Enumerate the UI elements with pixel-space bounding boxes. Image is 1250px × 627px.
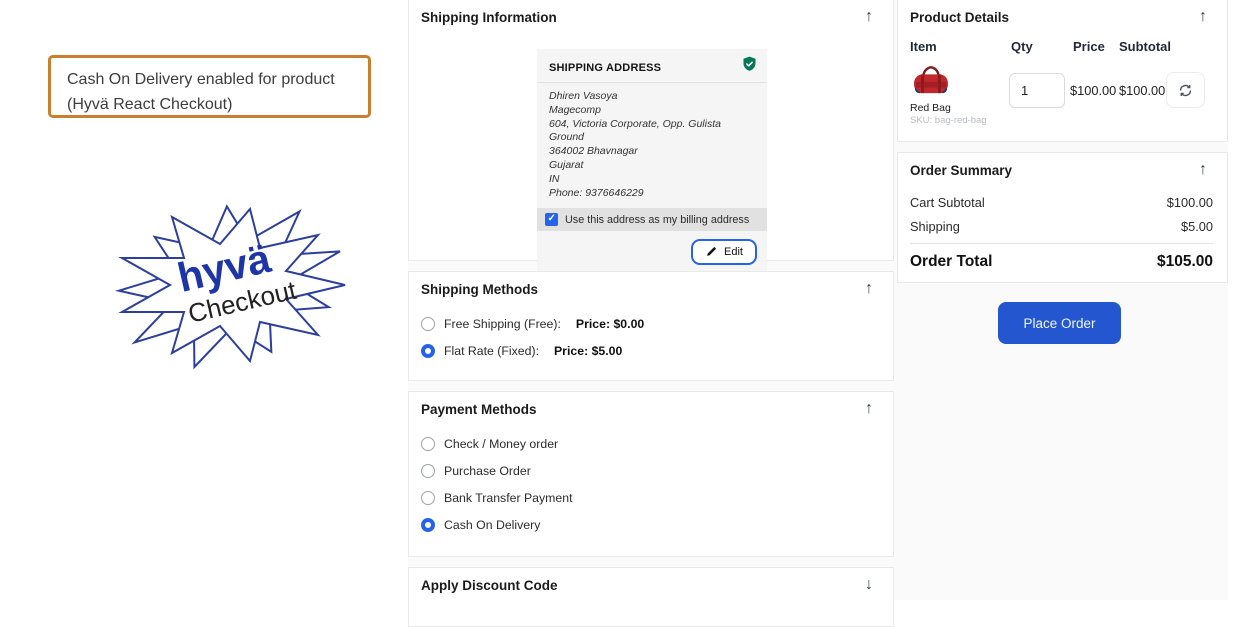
radio-selected-icon[interactable] <box>421 518 435 532</box>
shipping-address-title: SHIPPING ADDRESS <box>549 62 661 74</box>
column-item: Item <box>910 39 937 54</box>
payment-methods-section: Payment Methods ↑ Check / Money order Pu… <box>408 391 894 557</box>
collapse-arrow-icon[interactable]: ↑ <box>865 401 873 417</box>
shipping-option-label: Flat Rate (Fixed): <box>444 344 539 358</box>
payment-option-label: Check / Money order <box>444 437 558 451</box>
shipping-option-flat-rate[interactable]: Flat Rate (Fixed): Price: $5.00 <box>421 337 881 364</box>
collapse-arrow-icon[interactable]: ↑ <box>1199 162 1207 178</box>
column-subtotal: Subtotal <box>1119 39 1171 54</box>
collapse-arrow-icon[interactable]: ↑ <box>865 281 873 297</box>
order-summary-section: Order Summary ↑ Cart Subtotal $100.00 Sh… <box>897 152 1228 283</box>
shipping-option-free[interactable]: Free Shipping (Free): Price: $0.00 <box>421 310 881 337</box>
product-table-row: Red Bag SKU: bag-red-bag $100.00 $100.00 <box>898 62 1227 132</box>
product-name: Red Bag <box>910 102 1005 114</box>
summary-value: $100.00 <box>1167 195 1213 210</box>
refresh-icon <box>1178 83 1193 98</box>
address-line: Phone: 9376646229 <box>549 187 755 201</box>
product-image-red-bag <box>910 64 952 96</box>
payment-option-label: Purchase Order <box>444 464 531 478</box>
radio-icon[interactable] <box>421 317 435 331</box>
shipping-information-title: Shipping Information <box>421 10 557 25</box>
annotation-note: Cash On Delivery enabled for product (Hy… <box>48 55 371 118</box>
collapse-arrow-icon[interactable]: ↑ <box>865 9 873 25</box>
billing-checkbox[interactable] <box>545 213 558 226</box>
starburst-icon: hyvä Checkout <box>110 196 350 376</box>
order-total-row: Order Total $105.00 <box>910 243 1213 271</box>
pencil-icon <box>705 246 717 258</box>
product-details-section: Product Details ↑ Item Qty Price Subtota… <box>897 0 1228 142</box>
address-line: Magecomp <box>549 104 755 118</box>
address-line: 604, Victoria Corporate, Opp. Gulista Gr… <box>549 118 755 146</box>
collapse-arrow-icon[interactable]: ↑ <box>1199 9 1207 25</box>
payment-option-cash-on-delivery[interactable]: Cash On Delivery <box>421 511 881 538</box>
radio-selected-icon[interactable] <box>421 344 435 358</box>
address-line: 364002 Bhavnagar <box>549 145 755 159</box>
summary-label: Shipping <box>910 219 960 234</box>
discount-code-title: Apply Discount Code <box>421 578 558 593</box>
shipping-option-price: Price: $5.00 <box>554 344 622 358</box>
shipping-option-price: Price: $0.00 <box>576 317 644 331</box>
billing-checkbox-label: Use this address as my billing address <box>565 214 749 226</box>
edit-address-button[interactable]: Edit <box>691 239 757 265</box>
discount-code-section: Apply Discount Code ↓ <box>408 567 894 627</box>
annotation-line2: (Hyvä React Checkout) <box>67 92 352 117</box>
product-details-title: Product Details <box>910 10 1009 25</box>
place-order-button[interactable]: Place Order <box>998 302 1121 344</box>
summary-label: Cart Subtotal <box>910 195 985 210</box>
address-line: Dhiren Vasoya <box>549 90 755 104</box>
order-total-value: $105.00 <box>1157 253 1213 271</box>
verified-shield-icon <box>741 55 758 78</box>
shipping-methods-section: Shipping Methods ↑ Free Shipping (Free):… <box>408 271 894 381</box>
payment-methods-title: Payment Methods <box>421 402 537 417</box>
summary-row-cart-subtotal: Cart Subtotal $100.00 <box>910 190 1213 214</box>
billing-address-checkbox-row[interactable]: Use this address as my billing address <box>537 208 767 231</box>
shipping-information-section: Shipping Information ↑ SHIPPING ADDRESS … <box>408 0 894 261</box>
payment-option-bank-transfer[interactable]: Bank Transfer Payment <box>421 484 881 511</box>
order-summary-title: Order Summary <box>910 163 1012 178</box>
order-total-label: Order Total <box>910 253 992 271</box>
shipping-address-lines: Dhiren Vasoya Magecomp 604, Victoria Cor… <box>537 83 767 208</box>
checkout-app: Shipping Information ↑ SHIPPING ADDRESS … <box>408 0 1228 600</box>
product-price: $100.00 <box>1070 83 1116 98</box>
qty-input[interactable] <box>1009 73 1065 108</box>
payment-option-label: Cash On Delivery <box>444 518 540 532</box>
address-line: Gujarat <box>549 159 755 173</box>
update-qty-button[interactable] <box>1166 72 1205 108</box>
payment-option-label: Bank Transfer Payment <box>444 491 573 505</box>
product-subtotal: $100.00 <box>1119 83 1165 98</box>
radio-icon[interactable] <box>421 464 435 478</box>
radio-icon[interactable] <box>421 491 435 505</box>
radio-icon[interactable] <box>421 437 435 451</box>
summary-row-shipping: Shipping $5.00 <box>910 214 1213 238</box>
expand-arrow-icon[interactable]: ↓ <box>865 577 873 593</box>
column-price: Price <box>1073 39 1105 54</box>
hyva-checkout-logo: hyvä Checkout <box>110 196 350 376</box>
address-line: IN <box>549 173 755 187</box>
edit-button-label: Edit <box>724 246 743 258</box>
payment-option-check-money-order[interactable]: Check / Money order <box>421 430 881 457</box>
shipping-methods-title: Shipping Methods <box>421 282 538 297</box>
shipping-address-card: SHIPPING ADDRESS Dhiren Vasoya Magecomp … <box>537 49 767 275</box>
shipping-option-label: Free Shipping (Free): <box>444 317 561 331</box>
annotation-line1: Cash On Delivery enabled for product <box>67 67 352 92</box>
summary-value: $5.00 <box>1181 219 1213 234</box>
column-qty: Qty <box>1011 39 1033 54</box>
product-sku: SKU: bag-red-bag <box>910 115 1005 126</box>
payment-option-purchase-order[interactable]: Purchase Order <box>421 457 881 484</box>
